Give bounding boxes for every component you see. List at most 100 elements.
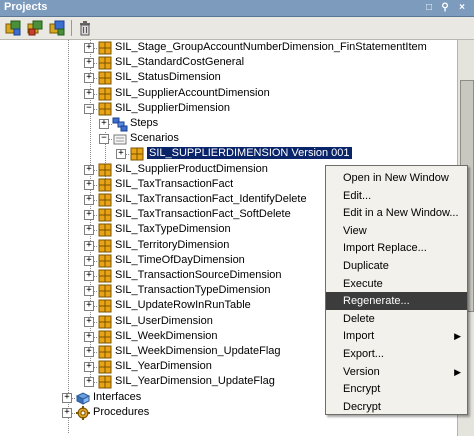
collapse-icon[interactable]: − — [84, 104, 94, 114]
scenario-icon — [129, 146, 145, 162]
toolbar-separator — [71, 20, 72, 36]
interface-icon — [97, 344, 113, 360]
tree-item[interactable]: − Scenarios — [0, 131, 457, 147]
tree-item-label: SIL_TerritoryDimension — [115, 239, 230, 251]
interface-icon — [97, 283, 113, 299]
expand-icon[interactable]: + — [84, 165, 94, 175]
expand-icon[interactable]: + — [62, 408, 72, 418]
insert-folder-icon[interactable] — [5, 20, 21, 36]
tree-item-label: SIL_TransactionSourceDimension — [115, 269, 282, 281]
minimize-icon[interactable]: □ — [422, 1, 436, 14]
expand-icon[interactable]: + — [84, 286, 94, 296]
expand-icon[interactable]: + — [84, 73, 94, 83]
tree-item-label: SIL_WeekDimension — [115, 330, 218, 342]
projects-panel-header: Projects □ ⚲ × — [0, 0, 474, 17]
expand-icon[interactable]: + — [84, 347, 94, 357]
interface-icon — [97, 253, 113, 269]
menu-item-import-replace[interactable]: Import Replace... — [326, 239, 467, 257]
interface-icon — [97, 70, 113, 86]
expand-icon[interactable]: + — [84, 271, 94, 281]
menu-item-decrypt[interactable]: Decrypt — [326, 398, 467, 416]
pin-icon[interactable]: ⚲ — [438, 1, 452, 14]
delete-icon[interactable] — [77, 20, 93, 36]
interface-icon — [97, 359, 113, 375]
expand-icon[interactable]: + — [84, 43, 94, 53]
interface-icon — [97, 207, 113, 223]
menu-item-encrypt[interactable]: Encrypt — [326, 380, 467, 398]
menu-item-label: Export... — [343, 348, 384, 360]
tree-item-label: SIL_TaxTransactionFact_SoftDelete — [115, 208, 291, 220]
tree-item[interactable]: + SIL_SUPPLIERDIMENSION Version 001 — [0, 146, 457, 162]
tree-item[interactable]: + SIL_StatusDimension — [0, 70, 457, 86]
expand-icon[interactable]: + — [84, 180, 94, 190]
menu-item-execute[interactable]: Execute — [326, 275, 467, 293]
tree-item-label: SIL_TimeOfDayDimension — [115, 254, 245, 266]
tree-item-label: SIL_UpdateRowInRunTable — [115, 299, 251, 311]
expand-icon[interactable]: + — [84, 301, 94, 311]
tree-item-label: SIL_StatusDimension — [115, 71, 221, 83]
scenarios-icon — [112, 131, 128, 147]
menu-item-label: Edit... — [343, 190, 372, 202]
tree-item-label: SIL_TransactionTypeDimension — [115, 284, 271, 296]
expand-icon[interactable]: + — [62, 393, 72, 403]
expand-icon[interactable]: + — [84, 225, 94, 235]
insert-package-icon[interactable] — [49, 20, 65, 36]
tree-item-label: SIL_TaxTransactionFact — [115, 178, 234, 190]
tree-item-label: Steps — [130, 117, 159, 129]
expand-icon[interactable]: + — [84, 377, 94, 387]
menu-item-label: Delete — [343, 313, 375, 325]
interface-icon — [97, 314, 113, 330]
expand-icon[interactable]: + — [84, 256, 94, 266]
tree-item[interactable]: + SIL_SupplierAccountDimension — [0, 86, 457, 102]
expand-icon[interactable]: + — [84, 241, 94, 251]
collapse-icon[interactable]: − — [99, 134, 109, 144]
expand-icon[interactable]: + — [99, 119, 109, 129]
tree-item-label: SIL_UserDimension — [115, 315, 213, 327]
menu-item-version[interactable]: Version ▶ — [326, 363, 467, 381]
expand-icon[interactable]: + — [84, 332, 94, 342]
expand-icon[interactable]: + — [84, 362, 94, 372]
interface-icon — [97, 238, 113, 254]
interface-icon — [97, 192, 113, 208]
expand-icon[interactable]: + — [84, 58, 94, 68]
menu-item-label: Encrypt — [343, 383, 381, 395]
tree-item-label: Scenarios — [130, 132, 179, 144]
tree-item-label: SIL_YearDimension_UpdateFlag — [115, 375, 275, 387]
tree-item-label: SIL_SupplierProductDimension — [115, 163, 268, 175]
insert-project-icon[interactable] — [27, 20, 43, 36]
menu-item-view[interactable]: View — [326, 222, 467, 240]
tree-item-label: SIL_TaxTransactionFact_IdentifyDelete — [115, 193, 307, 205]
menu-item-label: Regenerate... — [343, 295, 410, 307]
interface-icon — [97, 177, 113, 193]
menu-item-label: Import Replace... — [343, 242, 427, 254]
close-icon[interactable]: × — [455, 1, 469, 14]
tree-item[interactable]: − SIL_SupplierDimension — [0, 101, 457, 117]
menu-item-open-in-new-window[interactable]: Open in New Window — [326, 169, 467, 187]
menu-item-duplicate[interactable]: Duplicate — [326, 257, 467, 275]
tree-item[interactable]: + SIL_StandardCostGeneral — [0, 55, 457, 71]
expand-icon[interactable]: + — [84, 210, 94, 220]
tree-item-label: SIL_TaxTypeDimension — [115, 223, 231, 235]
procedures-icon — [75, 405, 91, 421]
menu-item-edit[interactable]: Edit... — [326, 187, 467, 205]
submenu-arrow-icon: ▶ — [454, 331, 461, 341]
menu-item-edit-in-a-new-window[interactable]: Edit in a New Window... — [326, 204, 467, 222]
tree-item-label: Interfaces — [93, 391, 142, 403]
expand-icon[interactable]: + — [84, 317, 94, 327]
expand-icon[interactable]: + — [84, 195, 94, 205]
menu-item-import[interactable]: Import ▶ — [326, 327, 467, 345]
expand-icon[interactable]: + — [116, 149, 126, 159]
tree-item[interactable]: + SIL_Stage_GroupAccountNumberDimension_F… — [0, 40, 457, 56]
menu-item-label: Version — [343, 366, 380, 378]
menu-item-regenerate[interactable]: Regenerate... — [326, 292, 467, 310]
interface-icon — [97, 329, 113, 345]
tree-item[interactable]: + Steps — [0, 116, 457, 132]
tree-item-label: SIL_Stage_GroupAccountNumberDimension_Fi… — [115, 41, 427, 53]
tree-item-label: SIL_YearDimension — [115, 360, 212, 372]
panel-title: Projects — [4, 1, 48, 13]
menu-item-export[interactable]: Export... — [326, 345, 467, 363]
interface-icon — [97, 40, 113, 56]
expand-icon[interactable]: + — [84, 89, 94, 99]
menu-item-delete[interactable]: Delete — [326, 310, 467, 328]
interface-icon — [97, 374, 113, 390]
